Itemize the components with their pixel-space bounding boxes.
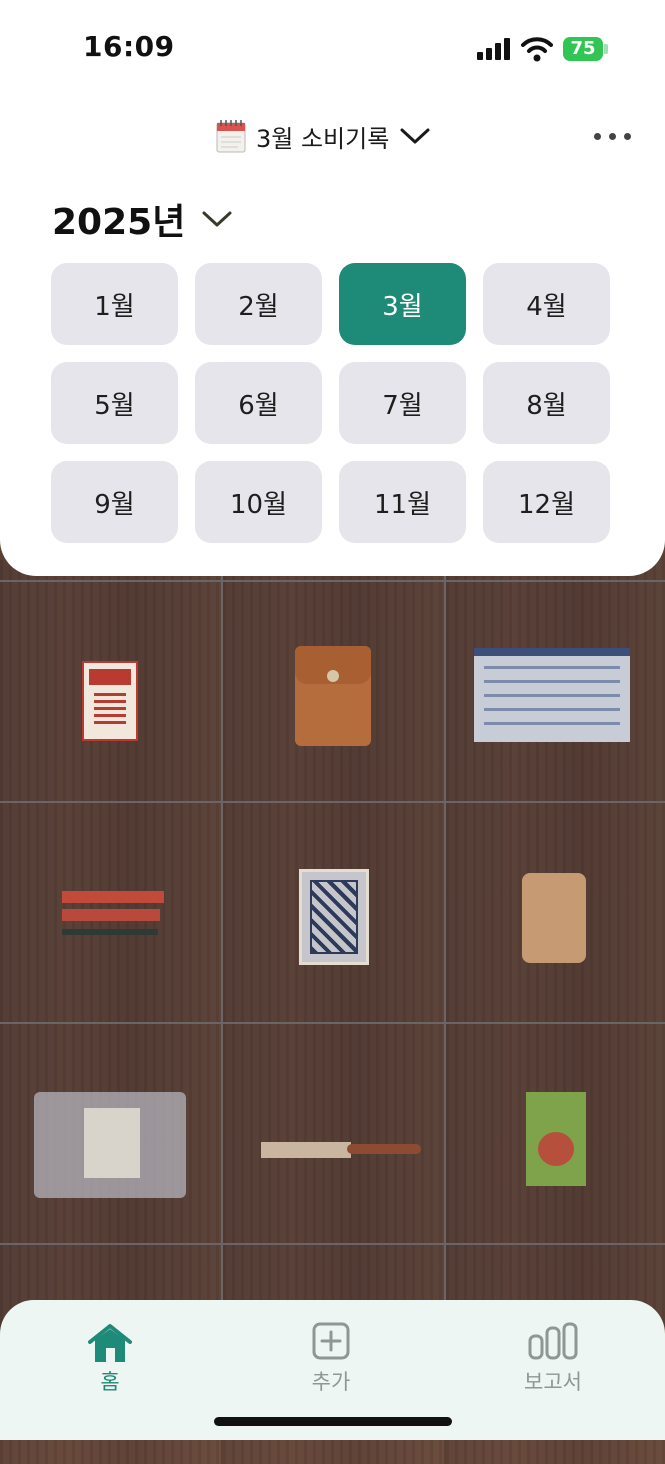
- month-button-2[interactable]: 2월: [195, 263, 322, 345]
- add-icon: [312, 1322, 350, 1360]
- tab-add-label: 추가: [311, 1370, 351, 1394]
- pencils-image: [62, 891, 164, 947]
- zipper-pouch-image: [474, 648, 630, 742]
- home-icon: [88, 1324, 132, 1362]
- month-button-3[interactable]: 3월: [339, 263, 466, 345]
- battery-tip: [604, 44, 608, 54]
- chevron-down-icon: [400, 128, 430, 144]
- month-picker-sheet: 16:09 75 3월 소비기록 2025년 1월 2월 3월 4월 5월 6월…: [0, 0, 665, 576]
- brush-image: [261, 1140, 421, 1158]
- tab-add[interactable]: 추가: [271, 1322, 391, 1394]
- month-button-6[interactable]: 6월: [195, 362, 322, 444]
- tab-home-label: 홈: [100, 1370, 120, 1394]
- title-dropdown-button[interactable]: 3월 소비기록: [216, 112, 431, 160]
- month-button-11[interactable]: 11월: [339, 461, 466, 543]
- green-notebook-image: [526, 1092, 586, 1186]
- cellular-signal-icon: [477, 38, 511, 60]
- month-grid: 1월 2월 3월 4월 5월 6월 7월 8월 9월 10월 11월 12월: [51, 263, 611, 543]
- page-title: 3월 소비기록: [256, 124, 390, 153]
- notebook-image: [522, 873, 586, 963]
- home-indicator[interactable]: [214, 1417, 452, 1426]
- chevron-down-icon: [202, 211, 232, 227]
- leather-pouch-image: [295, 646, 371, 746]
- month-button-12[interactable]: 12월: [483, 461, 610, 543]
- wifi-icon: [521, 37, 553, 62]
- playing-cards-image: [82, 661, 138, 741]
- header: 3월 소비기록: [0, 112, 665, 160]
- month-button-10[interactable]: 10월: [195, 461, 322, 543]
- tab-report-label: 보고서: [524, 1370, 582, 1394]
- month-button-5[interactable]: 5월: [51, 362, 178, 444]
- calendar-icon: [216, 120, 246, 153]
- rug-coaster-image: [299, 869, 369, 965]
- battery-icon: 75: [563, 37, 603, 61]
- month-button-9[interactable]: 9월: [51, 461, 178, 543]
- status-bar: 16:09 75: [0, 0, 665, 100]
- year-dropdown-button[interactable]: 2025년: [52, 194, 233, 244]
- month-button-7[interactable]: 7월: [339, 362, 466, 444]
- bubble-bag-image: [34, 1092, 186, 1198]
- tab-report[interactable]: 보고서: [493, 1322, 613, 1394]
- more-icon-dot: [624, 132, 631, 140]
- bar-chart-icon: [528, 1322, 578, 1360]
- more-icon: [594, 132, 601, 140]
- year-label: 2025년: [52, 202, 186, 243]
- month-button-1[interactable]: 1월: [51, 263, 178, 345]
- more-icon-dot: [609, 132, 616, 140]
- month-button-8[interactable]: 8월: [483, 362, 610, 444]
- tab-home[interactable]: 홈: [50, 1322, 170, 1394]
- more-button[interactable]: [594, 126, 634, 146]
- status-time: 16:09: [83, 30, 175, 63]
- month-button-4[interactable]: 4월: [483, 263, 610, 345]
